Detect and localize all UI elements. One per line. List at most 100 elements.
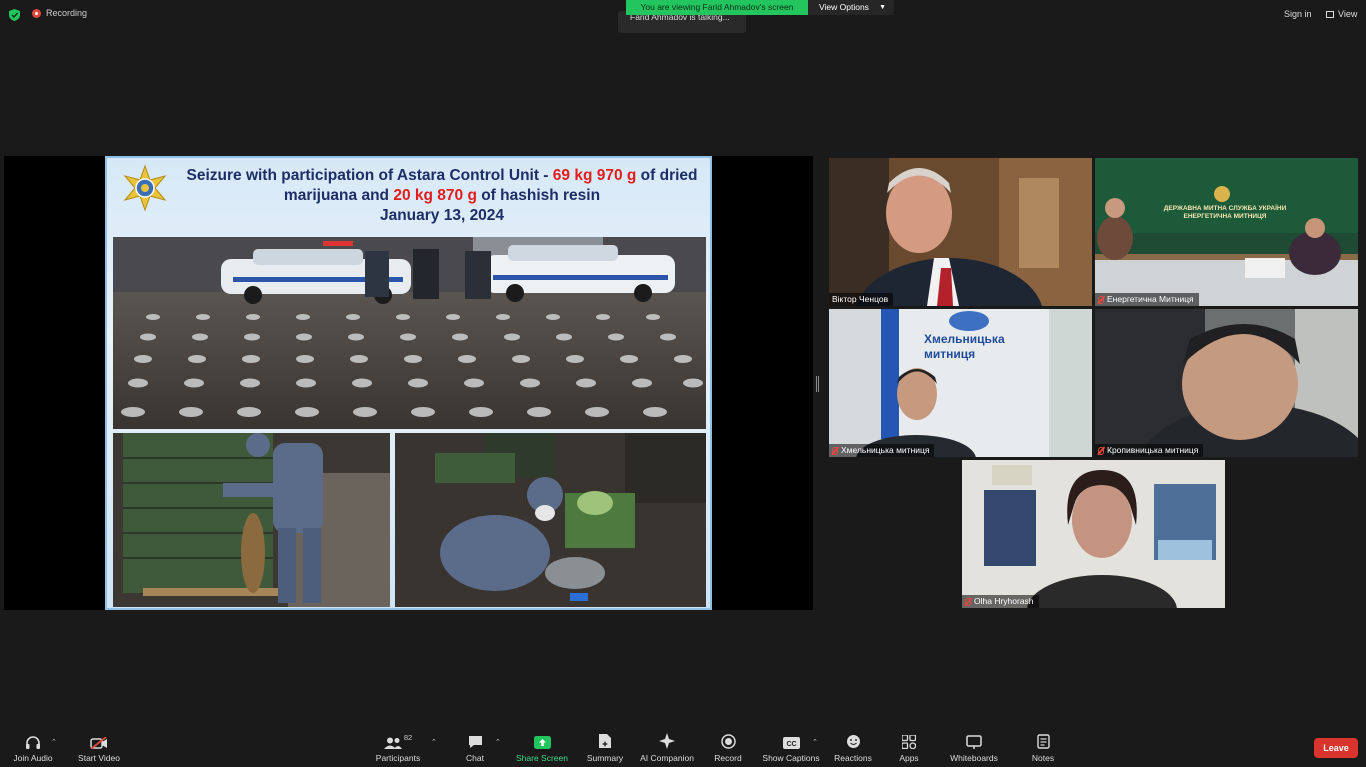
apps-button[interactable]: Apps	[892, 729, 926, 767]
chat-bubble-icon	[468, 736, 482, 748]
video-tile-viktor-chentsov[interactable]: Віктор Ченцов	[829, 158, 1092, 306]
whiteboards-button[interactable]: Whiteboards	[946, 729, 1002, 767]
slide-title-marijuana-weight: 69 kg 970 g	[552, 167, 637, 184]
seizure-photo-packages	[113, 237, 706, 429]
join-audio-button[interactable]: Join Audio	[8, 729, 58, 767]
wall-signage: ДЕРЖАВНА МИТНА СЛУЖБА УКРАЇНИ ЕНЕРГЕТИЧН…	[1155, 205, 1295, 221]
share-screen-button[interactable]: Share Screen	[514, 729, 570, 767]
security-shield-icon[interactable]	[9, 9, 20, 21]
mic-muted-icon	[965, 597, 971, 606]
reactions-label: Reactions	[834, 753, 872, 763]
viewing-screen-banner: You are viewing Farid Ahmadov's screen	[626, 0, 808, 15]
participant-video-viktor-chentsov	[829, 158, 1092, 306]
video-tile-energetychna-mytnytsia[interactable]: ДЕРЖАВНА МИТНА СЛУЖБА УКРАЇНИ ЕНЕРГЕТИЧН…	[1095, 158, 1358, 306]
ai-companion-label: AI Companion	[640, 753, 694, 763]
reactions-button[interactable]: Reactions	[832, 729, 874, 767]
start-video-button[interactable]: Start Video	[74, 729, 124, 767]
top-bar: Recording Farid Ahmadov is talking... Yo…	[0, 0, 1366, 33]
grid-view-icon	[1326, 10, 1334, 18]
slide-title: Seizure with participation of Astara Con…	[177, 166, 707, 226]
chat-button[interactable]: Chat	[455, 729, 495, 767]
video-off-icon	[90, 737, 107, 749]
seizure-photo-crouching-officer	[395, 433, 706, 607]
chat-label: Chat	[466, 753, 484, 763]
participant-name-tag: Кропивницька митниця	[1095, 444, 1204, 457]
participants-options-chevron-icon[interactable]: ⌃	[431, 738, 437, 746]
svg-text:CC: CC	[786, 741, 796, 748]
slide-date: January 13, 2024	[379, 207, 505, 224]
notes-button[interactable]: Notes	[1024, 729, 1062, 767]
record-label: Record	[714, 753, 742, 763]
participant-video-kropyvnytska-mytnytsia	[1095, 309, 1358, 457]
participant-name: Кропивницька митниця	[1107, 445, 1199, 455]
whiteboards-label: Whiteboards	[950, 753, 998, 763]
mic-muted-icon	[1098, 446, 1104, 455]
mic-muted-icon	[832, 446, 838, 455]
participant-video-energetychna-mytnytsia	[1095, 158, 1358, 306]
summary-document-icon	[599, 734, 611, 748]
wall-sign-line1: ДЕРЖАВНА МИТНА СЛУЖБА УКРАЇНИ	[1163, 205, 1287, 212]
record-button[interactable]: Record	[708, 729, 748, 767]
video-tile-kropyvnytska-mytnytsia[interactable]: Кропивницька митниця	[1095, 309, 1358, 457]
headphones-icon	[26, 736, 40, 749]
participant-name-tag: Віктор Ченцов	[829, 293, 894, 306]
wall-sign-line2: ЕНЕРГЕТИЧНА МИТНИЦЯ	[1183, 213, 1267, 220]
recording-label: Recording	[46, 8, 88, 18]
wall-sign-line2: митниця	[924, 347, 976, 361]
recording-indicator[interactable]: Recording	[32, 8, 87, 18]
video-tile-olha-hryhorash[interactable]: Olha Hryhorash	[962, 460, 1225, 608]
participants-icon	[383, 737, 402, 749]
summary-label: Summary	[586, 753, 624, 763]
participants-button[interactable]: 82 Participants	[370, 729, 426, 767]
participant-name-tag: Olha Hryhorash	[962, 595, 1039, 608]
recording-icon	[32, 8, 41, 18]
notes-label: Notes	[1031, 753, 1055, 763]
start-video-label: Start Video	[78, 753, 120, 763]
slide-title-part3: of hashish resin	[476, 187, 601, 204]
participant-name: Віктор Ченцов	[832, 294, 889, 304]
wall-sign-line1: Хмельницька	[924, 332, 1005, 346]
slide-title-hashish-weight: 20 kg 870 g	[393, 187, 477, 204]
participants-label: Participants	[375, 753, 421, 763]
participant-name: Olha Hryhorash	[974, 596, 1034, 606]
participants-count: 82	[403, 733, 413, 742]
wall-signage: Хмельницька митниця	[924, 332, 1005, 362]
participant-name-tag: Хмельницька митниця	[829, 444, 935, 457]
participant-name: Енергетична Митниця	[1107, 294, 1194, 304]
chat-options-chevron-icon[interactable]: ⌃	[495, 738, 501, 746]
seizure-photo-inspection-crates	[113, 433, 390, 607]
view-options-button[interactable]: View Options ▼	[808, 0, 894, 15]
customs-emblem-icon	[123, 164, 167, 212]
view-label: View	[1338, 9, 1358, 19]
view-options-label: View Options	[819, 2, 869, 12]
participant-video-olha-hryhorash	[962, 460, 1225, 608]
notes-icon	[1036, 734, 1050, 749]
sign-in-button[interactable]: Sign in	[1284, 9, 1312, 19]
meeting-toolbar: Join Audio ⌃ Start Video 82 Participants…	[0, 729, 1366, 767]
closed-captions-icon: CC	[782, 737, 800, 749]
apps-icon	[902, 735, 916, 749]
chevron-down-icon: ▼	[879, 4, 886, 11]
split-view-resize-handle[interactable]	[816, 376, 819, 392]
slide-title-part1: Seizure with participation of Astara Con…	[186, 167, 553, 184]
show-captions-label: Show Captions	[762, 753, 820, 763]
video-tile-khmelnytska-mytnytsia[interactable]: Хмельницька митниця Хмельницька митниця	[829, 309, 1092, 457]
record-icon	[720, 734, 736, 749]
share-screen-label: Share Screen	[516, 753, 568, 763]
participant-name-tag: Енергетична Митниця	[1095, 293, 1199, 306]
join-audio-label: Join Audio	[13, 753, 53, 763]
shared-slide: Seizure with participation of Astara Con…	[105, 156, 712, 610]
show-captions-button[interactable]: CC Show Captions	[760, 729, 822, 767]
ai-companion-button[interactable]: AI Companion	[636, 729, 698, 767]
captions-options-chevron-icon[interactable]: ⌃	[812, 738, 818, 746]
participant-name: Хмельницька митниця	[841, 445, 930, 455]
summary-button[interactable]: Summary	[582, 729, 628, 767]
view-button[interactable]: View	[1326, 9, 1357, 19]
mic-muted-icon	[1098, 295, 1104, 304]
emoji-reaction-icon	[846, 735, 860, 748]
share-screen-icon	[533, 736, 551, 749]
whiteboard-icon	[966, 735, 982, 749]
leave-button[interactable]: Leave	[1314, 738, 1358, 758]
audio-options-chevron-icon[interactable]: ⌃	[51, 738, 57, 746]
apps-label: Apps	[899, 753, 919, 763]
